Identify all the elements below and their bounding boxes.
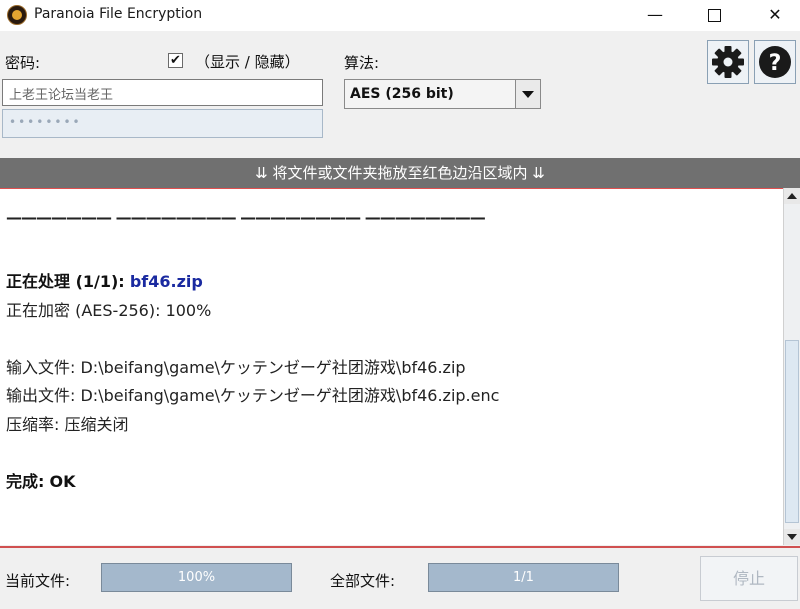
maximize-button[interactable] xyxy=(691,0,737,31)
log-separator: ——————— ———————— ———————— ———————— xyxy=(6,208,486,227)
log-processing-label: 正在处理 (1/1): xyxy=(6,272,125,291)
all-progress-text: 1/1 xyxy=(513,570,534,585)
current-progress-text: 100% xyxy=(177,570,216,585)
password-label: 密码: xyxy=(5,54,41,72)
all-files-progress: 1/1 xyxy=(428,563,619,592)
scroll-up-icon[interactable] xyxy=(784,188,800,204)
drop-zone-border xyxy=(0,546,800,548)
password-confirm-input[interactable]: •••••••• xyxy=(2,109,323,138)
all-files-label: 全部文件: xyxy=(330,572,396,590)
maximize-icon xyxy=(707,9,721,22)
log-done-line: 完成: OK xyxy=(6,468,76,492)
algorithm-label: 算法: xyxy=(344,54,380,72)
log-processing-line: 正在处理 (1/1): bf46.zip xyxy=(6,268,203,292)
current-file-progress: 100% xyxy=(101,563,292,592)
drop-zone-banner: ⇊ 将文件或文件夹拖放至红色边沿区域内 ⇊ xyxy=(0,158,800,188)
scrollbar-thumb[interactable] xyxy=(785,340,799,523)
minimize-button[interactable]: — xyxy=(632,0,678,31)
log-compression-line: 压缩率: 压缩关闭 xyxy=(6,415,129,434)
help-icon: ? xyxy=(759,46,791,78)
stop-button[interactable]: 停止 xyxy=(700,556,798,601)
help-glyph: ? xyxy=(769,51,782,76)
title-bar: Paranoia File Encryption — ✕ xyxy=(0,0,800,31)
help-button[interactable]: ? xyxy=(754,40,796,84)
dropdown-arrow-icon[interactable] xyxy=(515,80,540,108)
close-button[interactable]: ✕ xyxy=(752,0,798,31)
show-password-label: （显示 / 隐藏） xyxy=(195,53,300,71)
log-done-value: OK xyxy=(49,472,76,491)
log-scrollbar[interactable] xyxy=(783,188,800,545)
log-panel[interactable]: ——————— ———————— ———————— ———————— 正在处理 … xyxy=(0,188,783,545)
log-output-file-line: 输出文件: D:\beifang\game\ケッテンゼーゲ社团游戏\bf46.z… xyxy=(6,386,500,405)
scroll-down-icon[interactable] xyxy=(784,529,800,545)
log-encrypting-line: 正在加密 (AES-256): 100% xyxy=(6,301,212,320)
log-input-file-line: 输入文件: D:\beifang\game\ケッテンゼーゲ社团游戏\bf46.z… xyxy=(6,358,466,377)
show-password-checkbox[interactable]: ✔ xyxy=(168,53,183,68)
current-file-label: 当前文件: xyxy=(5,572,71,590)
password-input[interactable]: 上老王论坛当老王 xyxy=(2,79,323,106)
log-processing-file: bf46.zip xyxy=(129,272,203,291)
algorithm-select[interactable]: AES (256 bit) xyxy=(344,79,541,109)
gear-icon xyxy=(712,46,744,78)
app-icon xyxy=(7,5,27,25)
algorithm-selected-value: AES (256 bit) xyxy=(350,86,454,102)
settings-button[interactable] xyxy=(707,40,749,84)
log-done-label: 完成: xyxy=(6,472,45,491)
window-title: Paranoia File Encryption xyxy=(34,6,203,22)
